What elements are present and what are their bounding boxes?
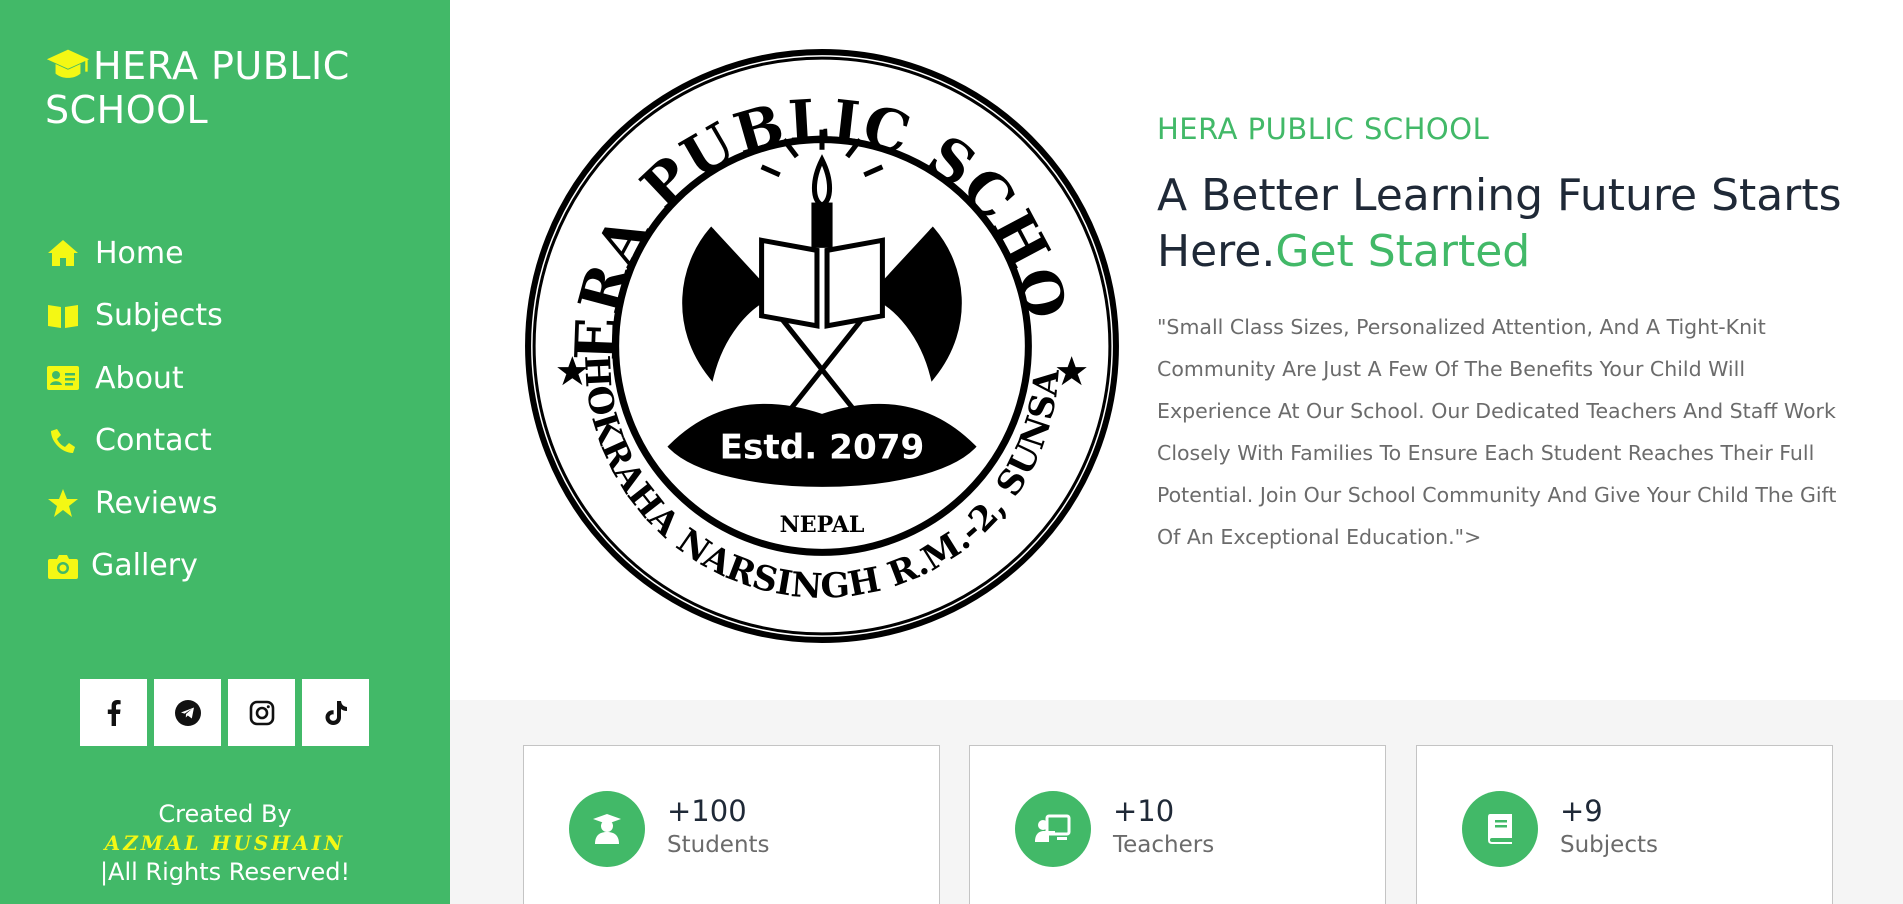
hero-eyebrow: HERA PUBLIC SCHOOL bbox=[1157, 112, 1490, 146]
telegram-icon bbox=[174, 699, 201, 726]
facebook-link[interactable] bbox=[80, 679, 147, 746]
site-brand[interactable]: HERA PUBLIC SCHOOL bbox=[45, 44, 425, 132]
stats-section: +100 Students +10 Teachers +9 Subjects bbox=[450, 700, 1903, 904]
id-card-icon bbox=[45, 362, 81, 394]
tiktok-link[interactable] bbox=[302, 679, 369, 746]
nav-label-gallery: Gallery bbox=[91, 548, 198, 584]
hero-quote: "Small Class Sizes, Personalized Attenti… bbox=[1157, 315, 1837, 549]
nav-item-reviews[interactable]: Reviews bbox=[45, 472, 223, 535]
teacher-board-icon bbox=[1015, 791, 1091, 867]
rights-text: |All Rights Reserved! bbox=[99, 858, 351, 886]
author-name: AZMAL HUSHAIN bbox=[104, 831, 346, 855]
sidebar: HERA PUBLIC SCHOOL Home Subjects About C… bbox=[0, 0, 450, 904]
hero-section: HERA PUBLIC SCHOOL DHOKRAHA NARSINGH R.M… bbox=[450, 0, 1903, 700]
book-open-icon bbox=[45, 300, 81, 332]
stat-label: Subjects bbox=[1560, 832, 1658, 858]
stat-value: +100 bbox=[667, 794, 747, 828]
hero-headline: A Better Learning Future Starts Here.Get… bbox=[1157, 168, 1847, 280]
footer-credits: Created By AZMAL HUSHAIN |All Rights Res… bbox=[0, 800, 450, 887]
stat-label: Teachers bbox=[1113, 832, 1215, 858]
main-nav: Home Subjects About Contact Reviews Gall… bbox=[45, 222, 223, 597]
nav-item-about[interactable]: About bbox=[45, 347, 223, 410]
stat-value: +9 bbox=[1560, 794, 1603, 828]
nav-item-gallery[interactable]: Gallery bbox=[45, 535, 223, 598]
tiktok-icon bbox=[325, 700, 347, 725]
book-icon bbox=[1462, 791, 1538, 867]
nav-label-reviews: Reviews bbox=[95, 485, 218, 521]
nav-label-subjects: Subjects bbox=[95, 298, 223, 334]
graduate-icon bbox=[569, 791, 645, 867]
logo-estd: Estd. 2079 bbox=[720, 428, 925, 468]
credits-label: Created By bbox=[158, 800, 292, 828]
home-icon bbox=[45, 237, 81, 269]
stat-card-teachers: +10 Teachers bbox=[969, 745, 1386, 904]
graduation-cap-icon bbox=[46, 49, 90, 78]
social-links bbox=[80, 679, 369, 746]
nav-item-contact[interactable]: Contact bbox=[45, 410, 223, 473]
camera-icon bbox=[45, 550, 81, 582]
nav-item-home[interactable]: Home bbox=[45, 222, 223, 285]
stat-label: Students bbox=[667, 832, 770, 858]
hero-text: HERA PUBLIC SCHOOL A Better Learning Fut… bbox=[1157, 112, 1847, 558]
nav-label-contact: Contact bbox=[95, 423, 212, 459]
phone-icon bbox=[45, 425, 81, 457]
star-icon bbox=[45, 487, 81, 519]
stat-card-students: +100 Students bbox=[523, 745, 940, 904]
facebook-icon bbox=[107, 699, 121, 726]
nav-item-subjects[interactable]: Subjects bbox=[45, 285, 223, 348]
stat-card-subjects: +9 Subjects bbox=[1416, 745, 1833, 904]
nav-label-home: Home bbox=[95, 235, 184, 271]
school-logo: HERA PUBLIC SCHOOL DHOKRAHA NARSINGH R.M… bbox=[520, 44, 1119, 643]
stat-value: +10 bbox=[1113, 794, 1175, 828]
telegram-link[interactable] bbox=[154, 679, 221, 746]
get-started-link[interactable]: Get Started bbox=[1275, 226, 1530, 277]
nav-label-about: About bbox=[95, 360, 184, 396]
logo-country: NEPAL bbox=[780, 512, 865, 538]
instagram-link[interactable] bbox=[228, 679, 295, 746]
instagram-icon bbox=[249, 700, 274, 725]
